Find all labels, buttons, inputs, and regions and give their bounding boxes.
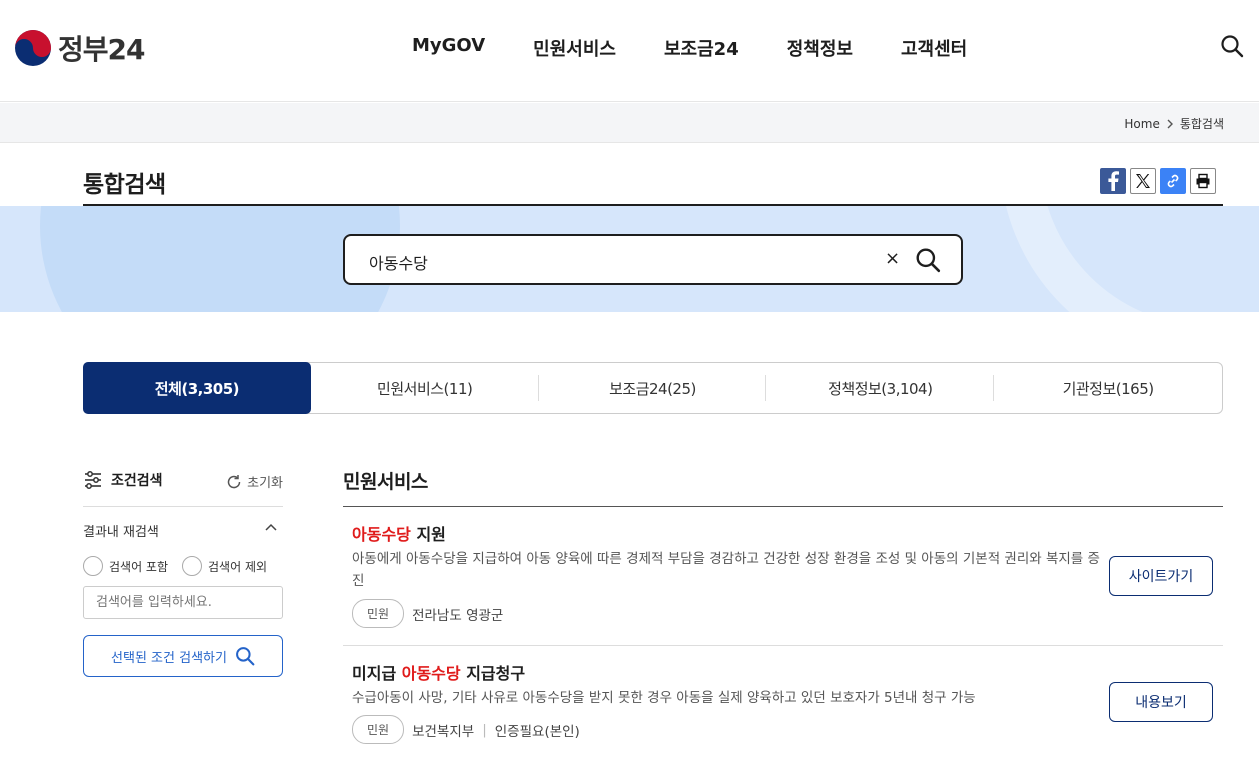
auth-requirement: 인증필요(본인)	[494, 723, 580, 740]
breadcrumb-bar: Home 통합검색	[0, 103, 1259, 143]
result-item: 미지급 아동수당 지급청구 수급아동이 사망, 기타 사유로 아동수당을 받지 …	[343, 646, 1223, 759]
tab-civil-service[interactable]: 민원서비스(11)	[311, 363, 539, 413]
view-details-button[interactable]: 내용보기	[1109, 682, 1213, 722]
result-title[interactable]: 아동수당 지원	[352, 521, 446, 545]
result-item: 아동수당 지원 아동에게 아동수당을 지급하여 아동 양육에 따른 경제적 부담…	[343, 506, 1223, 646]
taegeuk-logo-icon	[15, 30, 51, 66]
result-meta: 민원 전라남도 영광군	[352, 599, 503, 628]
result-tabs: 전체(3,305) 민원서비스(11) 보조금24(25) 정책정보(3,104…	[83, 362, 1223, 414]
tab-subsidy24[interactable]: 보조금24(25)	[539, 363, 767, 413]
agency-name: 전라남도 영광군	[412, 607, 504, 624]
facebook-icon[interactable]	[1100, 168, 1126, 194]
clear-icon[interactable]: ×	[885, 248, 900, 269]
nav-subsidy24[interactable]: 보조금24	[640, 35, 763, 61]
nav-mygov[interactable]: MyGOV	[388, 35, 509, 61]
result-title-prefix: 미지급	[352, 664, 402, 683]
main-nav: MyGOV 민원서비스 보조금24 정책정보 고객센터	[388, 35, 991, 61]
category-badge: 민원	[352, 599, 405, 628]
radio-circle[interactable]	[182, 556, 203, 576]
include-keyword-radio[interactable]: 검색어 포함	[83, 556, 168, 576]
result-title[interactable]: 미지급 아동수당 지급청구	[352, 660, 525, 684]
x-twitter-icon[interactable]	[1130, 168, 1156, 194]
keyword-highlight: 아동수당	[401, 664, 461, 683]
refine-options: 검색어 포함 검색어 제외	[83, 556, 267, 576]
visit-site-button[interactable]: 사이트가기	[1109, 556, 1213, 596]
print-icon[interactable]	[1190, 168, 1216, 194]
exclude-keyword-radio[interactable]: 검색어 제외	[182, 556, 267, 576]
search-input[interactable]: 아동수당 ×	[343, 234, 963, 285]
exclude-label: 검색어 제외	[208, 559, 268, 574]
result-title-rest: 지급청구	[460, 664, 526, 683]
share-tools	[1100, 168, 1216, 194]
search-icon[interactable]	[915, 247, 941, 277]
agency-name: 보건복지부	[412, 723, 475, 740]
radio-circle[interactable]	[83, 556, 103, 576]
banner-decoration	[1000, 206, 1259, 312]
site-logo[interactable]: 정부24	[14, 28, 145, 68]
keyword-highlight: 아동수당	[352, 525, 411, 544]
filter-title: 조건검색	[83, 470, 163, 490]
reset-button[interactable]: 초기화	[226, 472, 283, 491]
nav-civil-service[interactable]: 민원서비스	[509, 35, 640, 61]
condition-search-label: 선택된 조건 검색하기	[111, 650, 227, 666]
tab-all[interactable]: 전체(3,305)	[83, 362, 311, 414]
result-description: 수급아동이 사망, 기타 사유로 아동수당을 받지 못한 경우 아동을 실제 양…	[352, 690, 976, 706]
refine-search-title[interactable]: 결과내 재검색	[83, 521, 283, 540]
result-description: 아동에게 아동수당을 지급하여 아동 양육에 따른 경제적 부담을 경감하고 건…	[352, 551, 1100, 589]
chevron-right-icon	[1167, 119, 1173, 128]
include-label: 검색어 포함	[109, 559, 169, 574]
meta-separator: |	[482, 721, 487, 738]
section-title: 민원서비스	[343, 471, 428, 493]
search-query[interactable]: 아동수당	[369, 250, 428, 274]
result-meta: 민원 보건복지부 | 인증필요(본인)	[352, 715, 580, 744]
nav-policy-info[interactable]: 정책정보	[763, 35, 877, 61]
reset-label: 초기화	[247, 476, 283, 491]
category-badge: 민원	[352, 715, 405, 744]
filter-divider	[83, 506, 283, 507]
refine-keyword-input[interactable]	[83, 586, 283, 619]
refresh-icon	[227, 474, 241, 488]
link-copy-icon[interactable]	[1160, 168, 1186, 194]
filter-header: 조건검색 초기화	[83, 470, 283, 496]
header-search-icon[interactable]	[1220, 34, 1244, 62]
filter-title-text: 조건검색	[111, 473, 163, 489]
nav-customer-center[interactable]: 고객센터	[877, 35, 991, 61]
chevron-up-icon[interactable]	[264, 519, 278, 538]
site-header: 정부24 MyGOV 민원서비스 보조금24 정책정보 고객센터	[0, 0, 1259, 102]
filter-sliders-icon	[85, 471, 101, 489]
tab-agency-info[interactable]: 기관정보(165)	[994, 363, 1222, 413]
search-icon	[236, 647, 255, 666]
tab-policy-info[interactable]: 정책정보(3,104)	[766, 363, 994, 413]
breadcrumb-home[interactable]: Home	[1124, 117, 1159, 131]
breadcrumb: Home 통합검색	[1124, 115, 1224, 132]
condition-search-button[interactable]: 선택된 조건 검색하기	[83, 635, 283, 677]
page-title: 통합검색	[83, 172, 166, 198]
breadcrumb-current: 통합검색	[1179, 117, 1224, 131]
logo-text: 정부24	[58, 33, 145, 66]
result-title-rest: 지원	[410, 525, 446, 544]
